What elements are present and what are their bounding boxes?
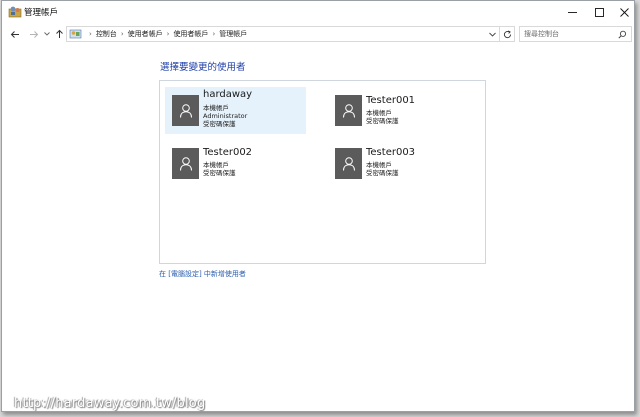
chevron-right-icon: ›	[89, 30, 92, 38]
user-tile-tester003[interactable]: Tester003 本機帳戶 受密碼保護	[328, 140, 469, 187]
close-icon	[619, 7, 629, 17]
chevron-right-icon[interactable]: ›	[212, 30, 215, 38]
title-bar: 管理帳戶	[2, 1, 634, 23]
maximize-icon	[594, 7, 604, 17]
chevron-right-icon[interactable]: ›	[121, 30, 124, 38]
minimize-button[interactable]	[559, 1, 585, 23]
account-type: 本機帳戶	[366, 161, 392, 169]
window-title: 管理帳戶	[24, 8, 59, 18]
refresh-icon	[503, 30, 511, 38]
control-panel-icon	[69, 29, 82, 39]
control-panel-window: 管理帳戶 › 控制台 › 使用者帳戶 › 使用者帳戶 › 管理帳戶 搜尋控制台 …	[1, 0, 635, 412]
breadcrumb-item[interactable]: 使用者帳戶	[128, 29, 163, 39]
user-icon	[179, 104, 192, 118]
password-status: 受密碼保護	[366, 117, 399, 125]
up-button[interactable]	[53, 27, 65, 41]
search-input[interactable]	[520, 27, 616, 41]
navigation-bar: › 控制台 › 使用者帳戶 › 使用者帳戶 › 管理帳戶	[2, 23, 634, 45]
password-status: 受密碼保護	[203, 169, 236, 177]
chevron-down-icon[interactable]	[488, 30, 497, 39]
user-tile-hardaway[interactable]: hardaway 本機帳戶 Administrator 受密碼保護	[165, 87, 306, 134]
breadcrumb-item[interactable]: 使用者帳戶	[173, 29, 208, 39]
avatar	[335, 148, 362, 179]
user-icon	[179, 157, 192, 171]
password-status: 受密碼保護	[203, 120, 236, 128]
account-type: 本機帳戶	[203, 161, 229, 169]
avatar	[172, 95, 199, 126]
user-list-panel: hardaway 本機帳戶 Administrator 受密碼保護 Tester…	[159, 80, 486, 264]
search-box[interactable]	[519, 26, 632, 42]
account-type: 本機帳戶	[203, 104, 229, 112]
user-name: Tester001	[366, 95, 416, 106]
page-title: 選擇要變更的使用者	[160, 62, 246, 73]
user-accounts-icon	[8, 6, 22, 18]
refresh-button[interactable]	[500, 26, 515, 42]
arrow-right-icon	[30, 30, 39, 38]
user-name: Tester002	[203, 147, 253, 158]
user-name: hardaway	[203, 89, 253, 100]
avatar	[335, 95, 362, 126]
user-icon	[342, 157, 355, 171]
chevron-down-icon	[44, 32, 50, 36]
add-user-link[interactable]: 在 [電腦設定] 中新增使用者	[159, 269, 246, 279]
user-name: Tester003	[366, 147, 416, 158]
forward-button[interactable]	[27, 27, 41, 41]
avatar	[172, 148, 199, 179]
breadcrumb: › 控制台 › 使用者帳戶 › 使用者帳戶 › 管理帳戶	[85, 29, 247, 39]
recent-locations-button[interactable]	[43, 27, 51, 41]
arrow-up-icon	[55, 29, 63, 38]
user-tile-tester001[interactable]: Tester001 本機帳戶 受密碼保護	[328, 87, 469, 134]
user-tile-tester002[interactable]: Tester002 本機帳戶 受密碼保護	[165, 140, 306, 187]
account-type: 本機帳戶	[366, 109, 392, 117]
minimize-icon	[567, 11, 577, 13]
breadcrumb-item[interactable]: 控制台	[96, 29, 117, 39]
password-status: 受密碼保護	[366, 169, 399, 177]
back-button[interactable]	[8, 27, 22, 41]
address-bar[interactable]: › 控制台 › 使用者帳戶 › 使用者帳戶 › 管理帳戶	[66, 26, 500, 42]
watermark: http://hardaway.com.tw/blog	[14, 396, 206, 411]
chevron-right-icon[interactable]: ›	[167, 30, 170, 38]
breadcrumb-item[interactable]: 管理帳戶	[219, 29, 247, 39]
account-role: Administrator	[203, 112, 248, 120]
maximize-button[interactable]	[586, 1, 612, 23]
arrow-left-icon	[10, 30, 19, 38]
close-button[interactable]	[611, 1, 637, 23]
user-icon	[342, 104, 355, 118]
search-icon[interactable]	[618, 30, 627, 39]
